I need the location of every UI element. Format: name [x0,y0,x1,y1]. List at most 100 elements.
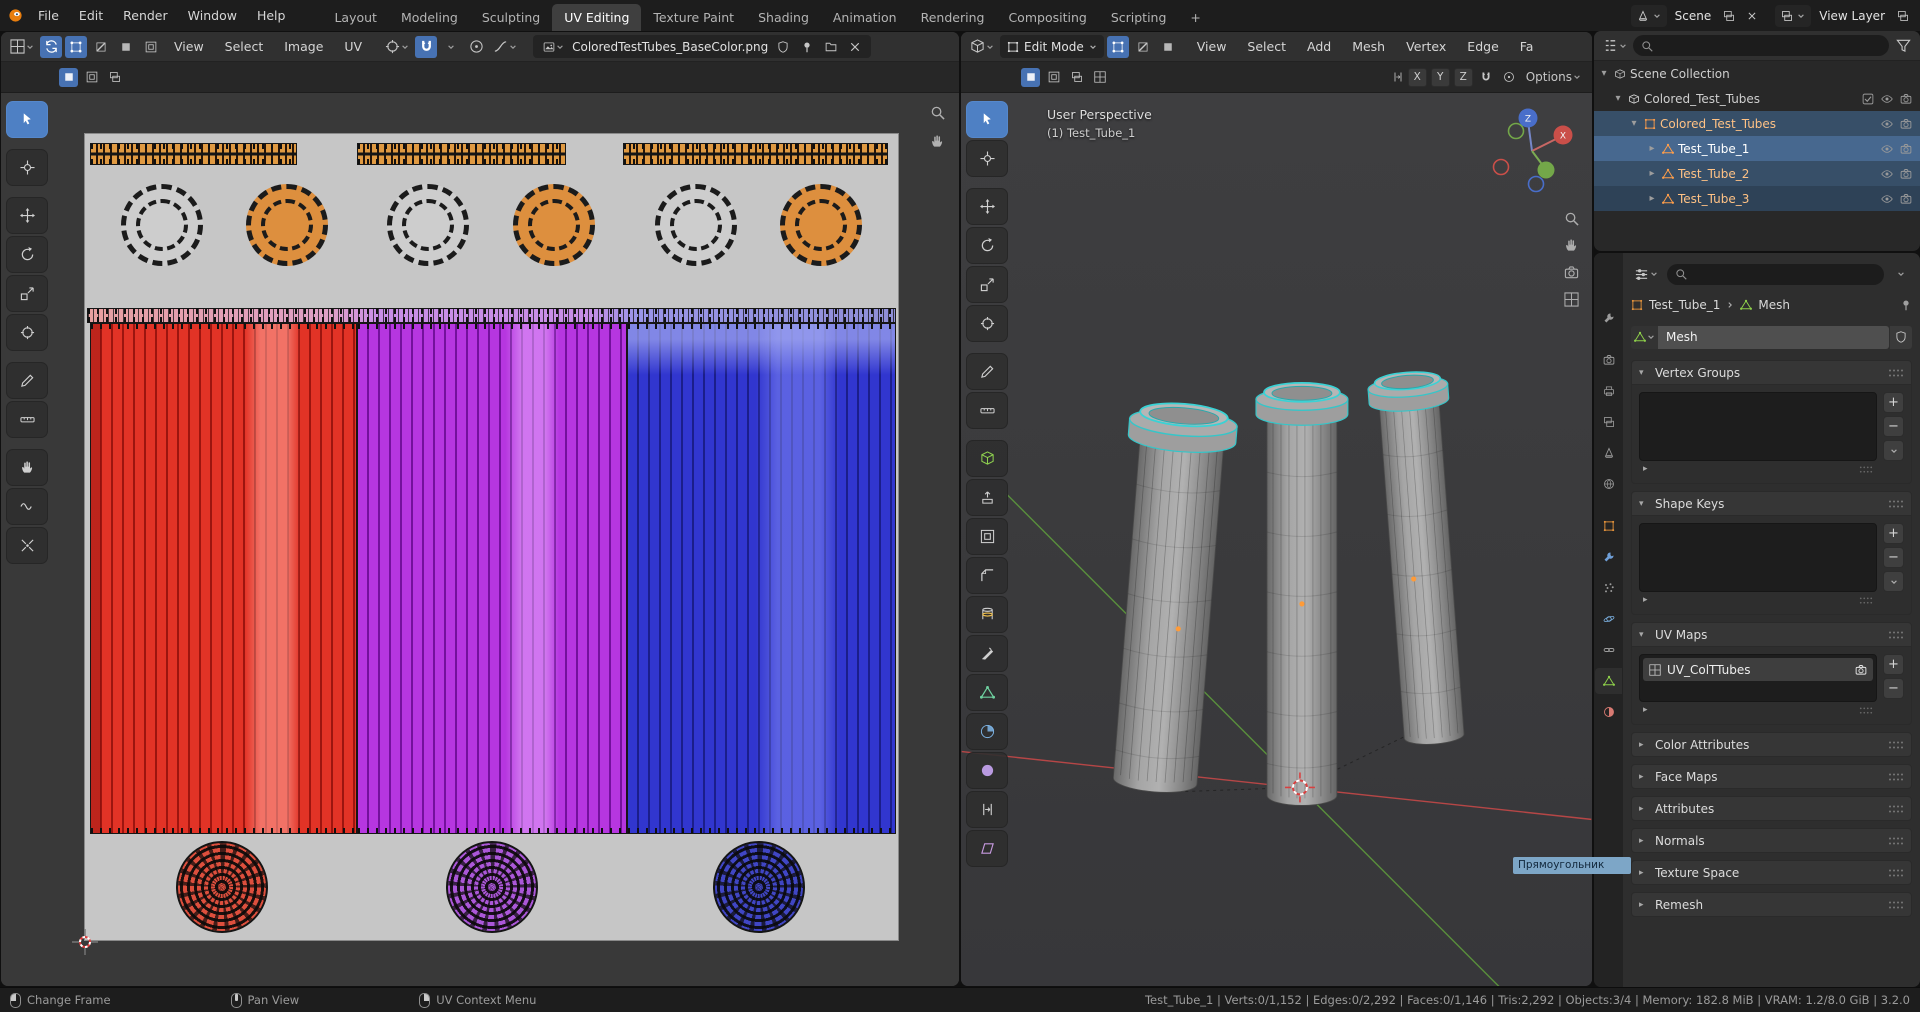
uv-menu-uv[interactable]: UV [335,36,371,57]
list-filter-toggle[interactable]: ▸ [1643,705,1648,715]
new-scene-button[interactable] [1719,6,1738,25]
selectbox-mode-extend[interactable] [1044,68,1063,87]
selectbox-mode-subtract[interactable] [105,68,124,87]
uv-island-circle-1[interactable] [121,184,203,266]
list-resize-grip[interactable] [1859,706,1873,715]
tool-add-cube[interactable] [966,440,1008,477]
tab-shading[interactable]: Shading [746,4,821,31]
v3d-menu-face[interactable]: Fa [1511,36,1543,57]
add-workspace-button[interactable]: + [1178,4,1212,31]
breadcrumb-data[interactable]: Mesh [1758,298,1790,312]
uv-menu-image[interactable]: Image [275,36,332,57]
selectbox-mode-new[interactable] [59,67,78,87]
select-mode-face[interactable] [1157,36,1179,58]
tab-texture-paint[interactable]: Texture Paint [641,4,746,31]
view-layer-name[interactable]: View Layer [1815,9,1889,23]
uv-menu-select[interactable]: Select [216,36,273,57]
outliner-search-input[interactable] [1633,35,1889,56]
tab-layout[interactable]: Layout [322,4,389,31]
v3d-menu-add[interactable]: Add [1298,36,1340,57]
tool-bevel[interactable] [966,557,1008,594]
tab-output[interactable] [1595,378,1622,404]
uv-tool-grab[interactable] [6,449,48,486]
tab-view-layer[interactable] [1595,409,1622,435]
v3d-menu-select[interactable]: Select [1238,36,1295,57]
snap-toggle[interactable] [415,35,438,58]
v3d-menu-edge[interactable]: Edge [1458,36,1507,57]
tool-spin[interactable] [966,713,1008,750]
add-shape-key-button[interactable]: + [1883,523,1904,544]
uv-editor-type-button[interactable] [7,36,37,58]
tool-edge-slide[interactable] [966,791,1008,828]
viewport-editor-type-button[interactable] [967,36,997,58]
tab-animation[interactable]: Animation [821,4,909,31]
view-layer-browse-button[interactable] [1775,4,1812,27]
uv-island-circle-4[interactable] [513,184,595,266]
hide-eye-icon[interactable] [1881,193,1893,205]
mirror-y-toggle[interactable]: Y [1430,67,1450,87]
tool-annotate[interactable] [966,353,1008,390]
list-resize-grip[interactable] [1859,465,1873,474]
selectbox-mode-new[interactable] [1021,67,1040,87]
tab-modeling[interactable]: Modeling [389,4,470,31]
uv-tool-cursor[interactable] [6,149,48,186]
vertex-groups-list[interactable]: ▸ [1639,392,1877,474]
menu-render[interactable]: Render [114,5,177,26]
uv-island-bottom-circle-purple[interactable] [446,841,538,933]
fake-user-toggle[interactable] [1890,325,1912,349]
uv-island-strip-2[interactable] [357,143,566,165]
mirror-x-toggle[interactable]: X [1407,67,1427,87]
properties-options-button[interactable] [1890,263,1912,285]
tool-move[interactable] [966,188,1008,225]
hide-eye-icon[interactable] [1881,168,1893,180]
drag-grip-icon[interactable] [1888,900,1904,910]
vertex-group-specials-button[interactable] [1883,440,1904,461]
navigation-gizmo[interactable]: Z X [1486,105,1578,197]
scene-browse-button[interactable] [1630,4,1667,27]
tab-rendering[interactable]: Rendering [909,4,997,31]
uv-select-mode-face[interactable] [115,36,137,58]
outliner-row-test-tube-1[interactable]: ▸ Test_Tube_1 [1594,136,1920,161]
hide-eye-icon[interactable] [1881,93,1893,105]
select-mode-edge[interactable] [1132,36,1154,58]
uv-island-strip-1[interactable] [90,143,297,165]
uv-map-item[interactable]: UV_ColTTubes [1643,658,1873,681]
remove-uv-map-button[interactable]: − [1883,678,1904,699]
tool-shear[interactable] [966,830,1008,867]
mesh-name-field[interactable]: Mesh [1658,325,1889,349]
tab-tool[interactable] [1595,305,1622,331]
uv-tool-scale[interactable] [6,275,48,312]
properties-search-input[interactable] [1667,263,1884,285]
pin-image-button[interactable] [797,37,816,56]
panel-face-maps[interactable]: ▸ Face Maps [1631,764,1912,789]
tab-scene[interactable] [1595,440,1622,466]
menu-window[interactable]: Window [179,5,246,26]
tool-extrude-region[interactable] [966,479,1008,516]
uv-island-strip-3[interactable] [623,143,888,165]
remove-vertex-group-button[interactable]: − [1883,416,1904,437]
uv-tool-rotate[interactable] [6,236,48,273]
tab-constraints[interactable] [1595,637,1622,663]
uv-island-purple[interactable] [357,323,627,834]
add-vertex-group-button[interactable]: + [1883,392,1904,413]
tool-knife[interactable] [966,635,1008,672]
panel-texture-space[interactable]: ▸ Texture Space [1631,860,1912,885]
mode-selector[interactable]: Edit Mode [1000,35,1104,58]
v3d-menu-view[interactable]: View [1188,36,1236,57]
image-browse-button[interactable] [540,37,567,56]
test-tube-3-mesh[interactable] [1367,369,1475,747]
uv-island-circle-6[interactable] [780,184,862,266]
disable-render-icon[interactable] [1900,143,1912,155]
uv-canvas[interactable] [1,93,959,986]
uv-select-mode-island[interactable] [140,36,162,58]
unlink-image-button[interactable] [845,37,864,56]
uv-select-mode-vertex[interactable] [65,35,87,58]
tab-scripting[interactable]: Scripting [1099,4,1179,31]
uv-island-circle-2[interactable] [246,184,328,266]
panel-remesh[interactable]: ▸ Remesh [1631,892,1912,917]
drag-grip-icon[interactable] [1888,740,1904,750]
menu-file[interactable]: File [29,5,68,26]
uv-tool-tweak[interactable] [6,101,48,138]
drag-grip-icon[interactable] [1888,836,1904,846]
shape-key-specials-button[interactable] [1883,571,1904,592]
